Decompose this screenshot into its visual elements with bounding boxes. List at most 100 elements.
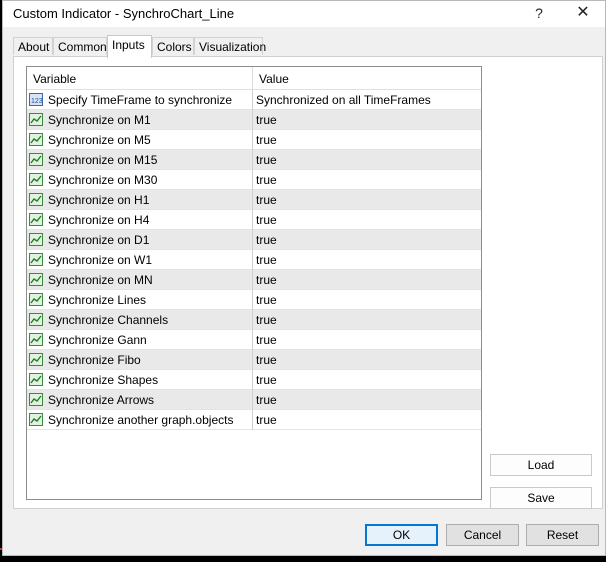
variable-value[interactable]: true bbox=[256, 293, 277, 307]
title-bar: Custom Indicator - SynchroChart_Line ? ✕ bbox=[3, 1, 605, 27]
variable-value[interactable]: true bbox=[256, 153, 277, 167]
cell-divider bbox=[252, 90, 253, 110]
cell-divider bbox=[252, 330, 253, 350]
variable-value[interactable]: true bbox=[256, 333, 277, 347]
variable-value[interactable]: true bbox=[256, 413, 277, 427]
variable-value[interactable]: true bbox=[256, 313, 277, 327]
table-row[interactable]: Synchronize on H4 true bbox=[27, 210, 481, 230]
variable-value[interactable]: true bbox=[256, 173, 277, 187]
help-button[interactable]: ? bbox=[517, 1, 561, 25]
bool-icon bbox=[29, 353, 43, 366]
inputs-panel: Variable Value 123 Specify TimeFrame to s… bbox=[13, 56, 603, 509]
window-title: Custom Indicator - SynchroChart_Line bbox=[13, 6, 235, 21]
bool-icon bbox=[29, 393, 43, 406]
tab-colors[interactable]: Colors bbox=[152, 37, 194, 55]
inputs-table: Variable Value 123 Specify TimeFrame to s… bbox=[26, 66, 482, 500]
variable-name: Synchronize on MN bbox=[48, 273, 153, 287]
bool-icon bbox=[29, 213, 43, 226]
bool-icon bbox=[29, 413, 43, 426]
variable-name: Synchronize Gann bbox=[48, 333, 147, 347]
cell-divider bbox=[252, 390, 253, 410]
variable-value[interactable]: true bbox=[256, 353, 277, 367]
table-row[interactable]: Synchronize on W1 true bbox=[27, 250, 481, 270]
bool-icon bbox=[29, 333, 43, 346]
variable-value[interactable]: true bbox=[256, 213, 277, 227]
table-row[interactable]: Synchronize on D1 true bbox=[27, 230, 481, 250]
table-row[interactable]: Synchronize Lines true bbox=[27, 290, 481, 310]
variable-name: Synchronize on D1 bbox=[48, 233, 150, 247]
bool-icon bbox=[29, 193, 43, 206]
variable-name: Synchronize on M30 bbox=[48, 173, 158, 187]
reset-button[interactable]: Reset bbox=[526, 524, 599, 546]
bool-icon bbox=[29, 173, 43, 186]
variable-value[interactable]: true bbox=[256, 393, 277, 407]
variable-name: Synchronize Shapes bbox=[48, 373, 159, 387]
table-row[interactable]: Synchronize Shapes true bbox=[27, 370, 481, 390]
table-row[interactable]: Synchronize on H1 true bbox=[27, 190, 481, 210]
bool-icon bbox=[29, 373, 43, 386]
variable-name: Synchronize Channels bbox=[48, 313, 169, 327]
bool-icon bbox=[29, 313, 43, 326]
bool-icon bbox=[29, 273, 43, 286]
variable-value[interactable]: true bbox=[256, 273, 277, 287]
variable-name: Synchronize Lines bbox=[48, 293, 147, 307]
cell-divider bbox=[252, 410, 253, 430]
variable-name: Synchronize another graph.objects bbox=[48, 413, 234, 427]
table-row[interactable]: Synchronize on M30 true bbox=[27, 170, 481, 190]
cell-divider bbox=[252, 350, 253, 370]
table-row[interactable]: 123 Specify TimeFrame to synchronize Synch… bbox=[27, 90, 481, 110]
variable-name: Synchronize Arrows bbox=[48, 393, 155, 407]
table-body: 123 Specify TimeFrame to synchronize Synch… bbox=[27, 90, 481, 430]
table-row[interactable]: Synchronize on M1 true bbox=[27, 110, 481, 130]
tab-visualization[interactable]: Visualization bbox=[194, 37, 266, 55]
number-icon: 123 bbox=[29, 93, 43, 106]
variable-value[interactable]: true bbox=[256, 113, 277, 127]
variable-name: Synchronize on M1 bbox=[48, 113, 151, 127]
variable-value[interactable]: true bbox=[256, 253, 277, 267]
variable-name: Synchronize on H4 bbox=[48, 213, 150, 227]
variable-value[interactable]: true bbox=[256, 133, 277, 147]
cell-divider bbox=[252, 190, 253, 210]
table-row[interactable]: Synchronize Fibo true bbox=[27, 350, 481, 370]
tab-common[interactable]: Common bbox=[53, 37, 107, 55]
bool-icon bbox=[29, 253, 43, 266]
cell-divider bbox=[252, 210, 253, 230]
variable-value[interactable]: true bbox=[256, 373, 277, 387]
table-row[interactable]: Synchronize another graph.objects true bbox=[27, 410, 481, 430]
tab-inputs[interactable]: Inputs bbox=[107, 35, 152, 58]
column-header-value[interactable]: Value bbox=[259, 72, 289, 86]
cell-divider bbox=[252, 250, 253, 270]
tab-about[interactable]: About bbox=[13, 37, 53, 55]
ok-button[interactable]: OK bbox=[365, 524, 438, 546]
cell-divider bbox=[252, 170, 253, 190]
column-header-variable[interactable]: Variable bbox=[33, 72, 76, 86]
table-row[interactable]: Synchronize on M15 true bbox=[27, 150, 481, 170]
close-button[interactable]: ✕ bbox=[561, 1, 605, 25]
table-row[interactable]: Synchronize on M5 true bbox=[27, 130, 481, 150]
cell-divider bbox=[252, 110, 253, 130]
variable-name: Synchronize on W1 bbox=[48, 253, 153, 267]
variable-name: Synchronize Fibo bbox=[48, 353, 141, 367]
column-divider[interactable] bbox=[252, 67, 253, 89]
variable-name: Synchronize on H1 bbox=[48, 193, 150, 207]
table-row[interactable]: Synchronize Gann true bbox=[27, 330, 481, 350]
bool-icon bbox=[29, 133, 43, 146]
variable-value[interactable]: true bbox=[256, 193, 277, 207]
cell-divider bbox=[252, 230, 253, 250]
save-button[interactable]: Save bbox=[490, 487, 592, 509]
variable-value[interactable]: true bbox=[256, 233, 277, 247]
cell-divider bbox=[252, 130, 253, 150]
variable-name: Specify TimeFrame to synchronize bbox=[48, 93, 233, 107]
table-row[interactable]: Synchronize Arrows true bbox=[27, 390, 481, 410]
cell-divider bbox=[252, 270, 253, 290]
variable-name: Synchronize on M5 bbox=[48, 133, 151, 147]
table-row[interactable]: Synchronize on MN true bbox=[27, 270, 481, 290]
bool-icon bbox=[29, 233, 43, 246]
cancel-button[interactable]: Cancel bbox=[446, 524, 519, 546]
bool-icon bbox=[29, 293, 43, 306]
cell-divider bbox=[252, 290, 253, 310]
load-button[interactable]: Load bbox=[490, 454, 592, 476]
table-row[interactable]: Synchronize Channels true bbox=[27, 310, 481, 330]
variable-value[interactable]: Synchronized on all TimeFrames bbox=[256, 93, 431, 107]
svg-text:123: 123 bbox=[31, 98, 42, 105]
